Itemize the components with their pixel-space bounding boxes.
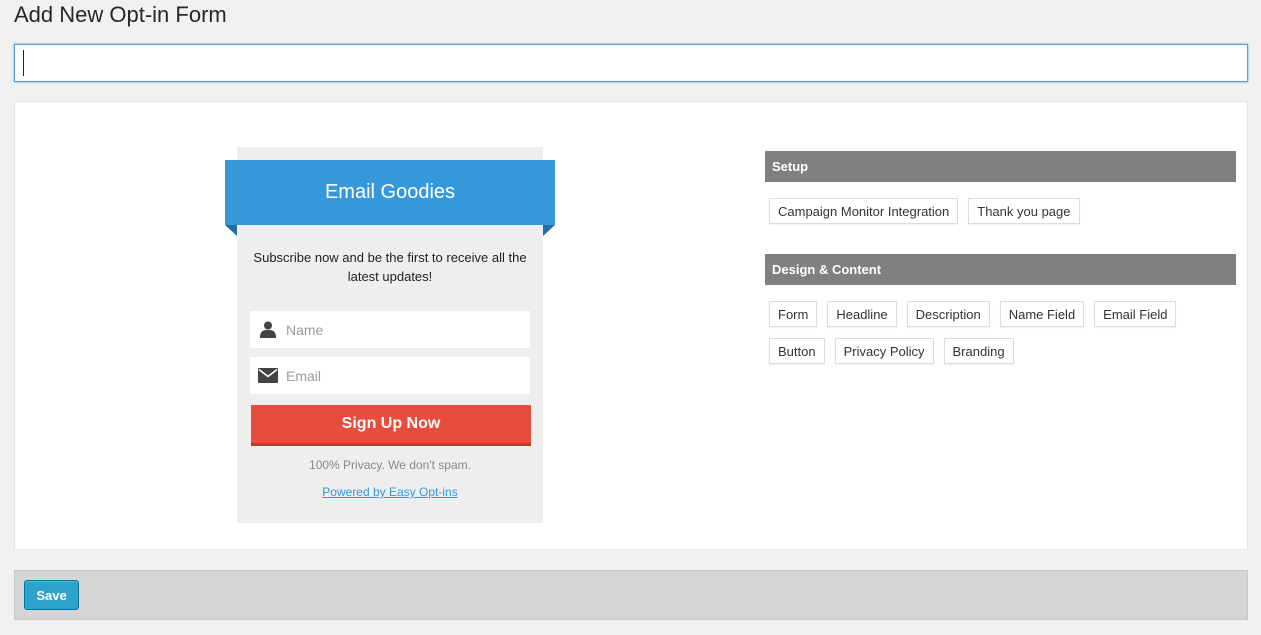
name-field-button[interactable]: Name Field	[999, 301, 1085, 327]
button-button[interactable]: Button	[769, 338, 825, 364]
thank-you-page-button[interactable]: Thank you page	[968, 198, 1080, 224]
editor-panel: Email Goodies Subscribe now and be the f…	[14, 101, 1248, 550]
optin-description: Subscribe now and be the first to receiv…	[253, 250, 527, 284]
text-caret	[23, 50, 24, 76]
campaign-monitor-integration-button[interactable]: Campaign Monitor Integration	[769, 198, 959, 224]
ribbon-fold-right	[543, 225, 555, 236]
optin-headline: Email Goodies	[324, 181, 456, 203]
description-button[interactable]: Description	[906, 301, 990, 327]
design-buttons-row-2: Button Privacy Policy Branding	[769, 338, 1014, 364]
name-field[interactable]	[250, 311, 530, 348]
headline-ribbon[interactable]: Email Goodies	[225, 160, 555, 225]
branding-button[interactable]: Branding	[943, 338, 1014, 364]
design-buttons-row-1: Form Headline Description Name Field Ema…	[769, 301, 1177, 327]
footer-bar: Save	[14, 570, 1248, 620]
privacy-note: 100% Privacy. We don't spam.	[309, 458, 471, 472]
sign-up-button[interactable]: Sign Up Now	[251, 405, 531, 446]
save-button[interactable]: Save	[24, 580, 79, 610]
form-button[interactable]: Form	[769, 301, 818, 327]
page-title: Add New Opt-in Form	[14, 2, 227, 27]
user-icon	[250, 321, 286, 338]
setup-section-heading: Setup	[765, 151, 1236, 182]
envelope-icon	[250, 368, 286, 383]
optin-form-preview: Email Goodies Subscribe now and be the f…	[225, 147, 555, 523]
email-field[interactable]	[250, 357, 530, 394]
name-input[interactable]	[286, 321, 516, 338]
setup-buttons: Campaign Monitor Integration Thank you p…	[769, 198, 1080, 224]
form-title-input[interactable]	[14, 44, 1248, 82]
powered-by-link[interactable]: Powered by Easy Opt-ins	[322, 485, 457, 499]
email-field-button[interactable]: Email Field	[1094, 301, 1177, 327]
headline-button[interactable]: Headline	[827, 301, 897, 327]
privacy-policy-button[interactable]: Privacy Policy	[834, 338, 934, 364]
ribbon-fold-left	[225, 225, 237, 236]
design-content-section-heading: Design & Content	[765, 254, 1236, 285]
email-input[interactable]	[286, 367, 516, 384]
